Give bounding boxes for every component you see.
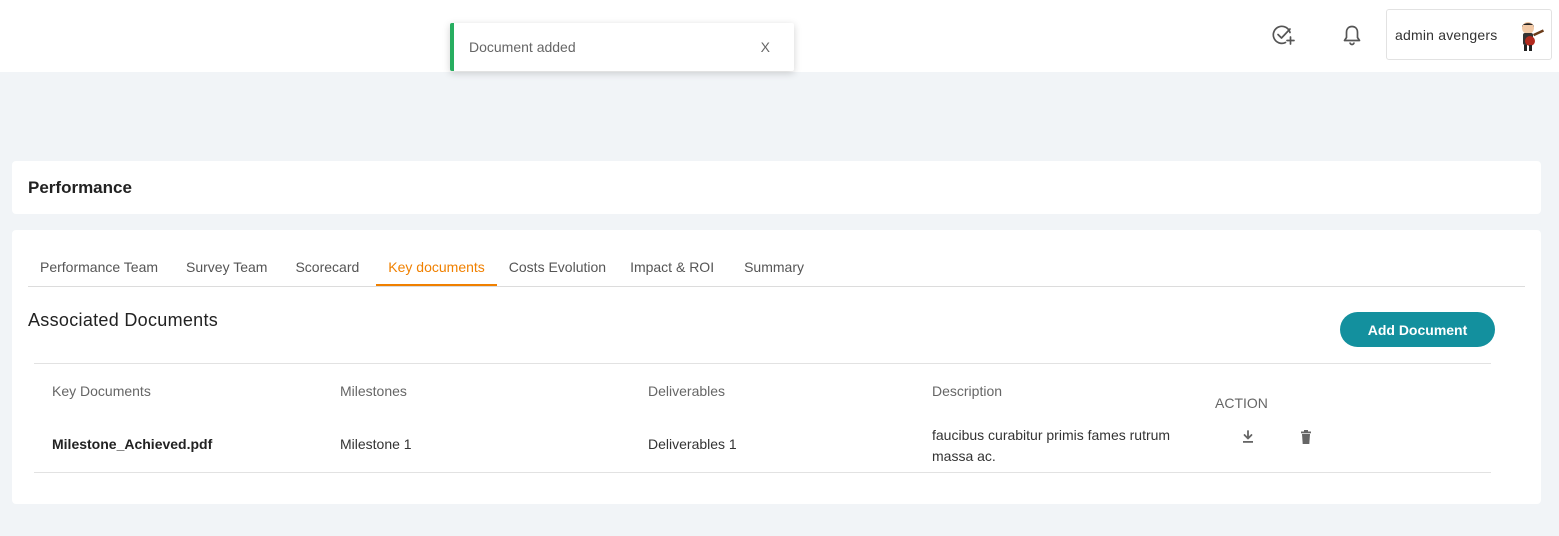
- tab-performance-team[interactable]: Performance Team: [28, 248, 170, 286]
- toast-close-button[interactable]: X: [761, 39, 770, 55]
- tab-summary[interactable]: Summary: [732, 248, 816, 286]
- tab-survey-team[interactable]: Survey Team: [174, 248, 279, 286]
- table-row: Milestone_Achieved.pdf Milestone 1 Deliv…: [34, 427, 1491, 473]
- check-plus-icon[interactable]: [1270, 22, 1296, 48]
- table-header: Key Documents Milestones Deliverables De…: [34, 364, 1491, 430]
- bell-icon[interactable]: [1339, 22, 1365, 48]
- cell-milestone: Milestone 1: [340, 436, 412, 452]
- documents-table: Key Documents Milestones Deliverables De…: [34, 363, 1491, 473]
- column-header-action: ACTION: [1215, 395, 1268, 411]
- tab-key-documents[interactable]: Key documents: [376, 248, 497, 286]
- toast-notification: Document added X: [450, 23, 794, 71]
- cell-description: faucibus curabitur primis fames rutrum m…: [932, 427, 1171, 464]
- tab-bar: Performance Team Survey Team Scorecard K…: [28, 248, 1525, 287]
- trash-icon[interactable]: [1298, 429, 1314, 445]
- cell-key-document: Milestone_Achieved.pdf: [52, 436, 213, 452]
- user-name: admin avengers: [1395, 26, 1498, 43]
- main-card: Performance Team Survey Team Scorecard K…: [12, 230, 1541, 504]
- tab-costs-evolution[interactable]: Costs Evolution: [497, 248, 618, 286]
- page-title-card: Performance: [12, 161, 1541, 214]
- download-icon[interactable]: [1240, 429, 1256, 445]
- avatar: [1513, 19, 1547, 53]
- top-bar: Document added X admin avengers: [0, 0, 1559, 72]
- section-title: Associated Documents: [28, 310, 219, 330]
- cell-deliverable: Deliverables 1: [648, 436, 737, 452]
- toast-message: Document added: [469, 39, 576, 55]
- user-menu[interactable]: admin avengers: [1386, 9, 1552, 60]
- column-header-key-documents: Key Documents: [52, 383, 151, 399]
- column-header-deliverables: Deliverables: [648, 383, 726, 399]
- add-document-button[interactable]: Add Document: [1340, 312, 1495, 347]
- column-header-description: Description: [932, 383, 1003, 399]
- column-header-milestones: Milestones: [340, 383, 407, 399]
- page-title: Performance: [28, 177, 132, 197]
- tab-impact-roi[interactable]: Impact & ROI: [618, 248, 726, 286]
- tab-scorecard[interactable]: Scorecard: [283, 248, 371, 286]
